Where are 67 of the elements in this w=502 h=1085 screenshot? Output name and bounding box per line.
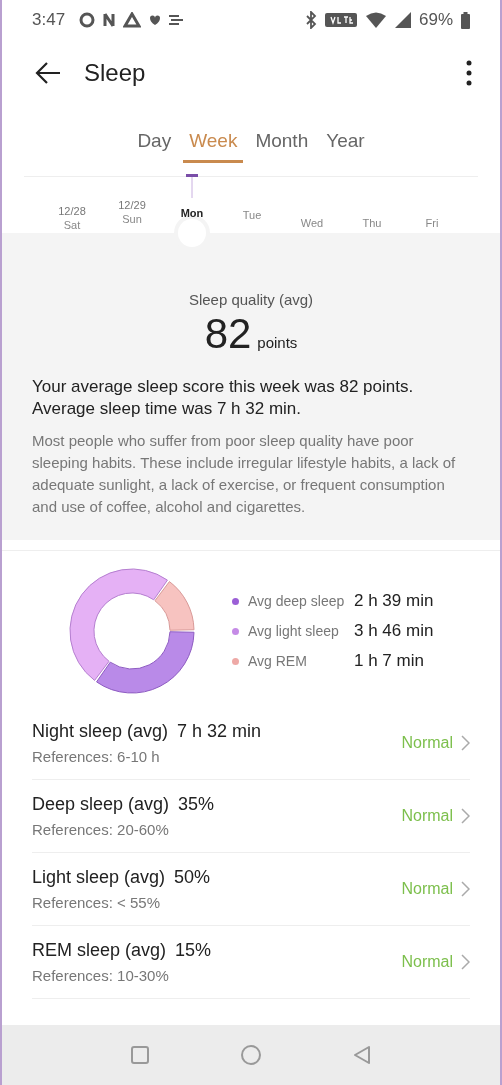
day-label[interactable]: Fri xyxy=(425,217,439,229)
day-label[interactable]: Tue xyxy=(242,209,262,221)
triangle-icon xyxy=(352,1045,372,1065)
metric-reference: References: < 55% xyxy=(32,894,161,911)
day-date: 12/29 xyxy=(118,199,146,211)
chevron-right-icon xyxy=(461,954,470,970)
battery-icon xyxy=(461,11,470,29)
circle-icon xyxy=(240,1044,262,1066)
day-label[interactable]: Mon xyxy=(180,207,204,219)
day-label[interactable]: Thu xyxy=(362,217,382,229)
metric-name: Night sleep (avg) xyxy=(32,721,169,742)
selected-day-marker xyxy=(185,174,199,198)
back-arrow-icon xyxy=(34,61,62,85)
page-title: Sleep xyxy=(84,59,146,87)
metric-row[interactable]: Light sleep (avg) 50% References: < 55% Normal xyxy=(32,853,470,926)
more-icon xyxy=(466,60,472,86)
chevron-right-icon xyxy=(461,808,470,824)
day-label[interactable]: Sun xyxy=(122,213,142,225)
legend-value: 2 h 39 min xyxy=(354,591,434,611)
advice-text: Most people who suffer from poor sleep quality have poor sleeping habits. These include irregular lifestyle habits, a lack of adequate sunlight, a lack of exercise, or frequent consumption and use of coffee, alcohol and cigarettes. xyxy=(32,431,457,517)
metric-status: Normal xyxy=(401,807,453,825)
day-date: 12/28 xyxy=(58,205,86,217)
metric-status: Normal xyxy=(401,734,453,752)
legend-value: 1 h 7 min xyxy=(354,651,424,671)
metric-value: 7 h 32 min xyxy=(177,721,262,742)
chevron-right-icon xyxy=(461,881,470,897)
period-tab[interactable]: Day xyxy=(131,119,178,163)
metric-row[interactable]: Night sleep (avg) 7 h 32 min References: 6-10 h Normal xyxy=(32,707,470,780)
day-label[interactable]: Wed xyxy=(300,217,324,229)
triangle-icon xyxy=(123,12,142,28)
metric-row[interactable]: Deep sleep (avg) 35% References: 20-60% Normal xyxy=(32,780,470,853)
n-icon xyxy=(103,12,116,28)
metric-name: REM sleep (avg) xyxy=(32,940,167,961)
heart-icon xyxy=(149,15,162,25)
lines-icon xyxy=(169,15,184,25)
period-tab[interactable]: Year xyxy=(320,119,371,163)
metric-name: Deep sleep (avg) xyxy=(32,794,170,815)
metric-status: Normal xyxy=(401,953,453,971)
metric-status: Normal xyxy=(401,880,453,898)
metric-reference: References: 20-60% xyxy=(32,821,170,838)
score-unit: points xyxy=(257,334,298,351)
sleep-score: 82 xyxy=(204,310,252,358)
bluetooth-icon xyxy=(304,11,317,29)
metric-value: 35% xyxy=(178,794,215,815)
chevron-right-icon xyxy=(461,735,470,751)
legend-label: Avg REM xyxy=(248,652,308,670)
more-options-button[interactable] xyxy=(464,58,474,88)
summary-text: Your average sleep score this week was 82 points. Average sleep time was 7 h 32 min. xyxy=(32,376,415,420)
status-time: 3:47 xyxy=(32,10,66,30)
day-label[interactable]: Sat xyxy=(63,219,81,231)
metric-name: Light sleep (avg) xyxy=(32,867,166,888)
signal-icon xyxy=(394,12,411,28)
metric-value: 50% xyxy=(174,867,211,888)
ring-icon xyxy=(79,12,96,28)
metric-row[interactable]: REM sleep (avg) 15% References: 10-30% Normal xyxy=(32,926,470,999)
volte-icon xyxy=(324,13,357,27)
wifi-icon xyxy=(364,12,387,28)
legend-value: 3 h 46 min xyxy=(354,621,434,641)
square-icon xyxy=(130,1045,150,1065)
metric-reference: References: 6-10 h xyxy=(32,748,161,765)
metric-value: 15% xyxy=(175,940,212,961)
metric-reference: References: 10-30% xyxy=(32,967,170,984)
legend-label: Avg light sleep xyxy=(248,622,340,640)
legend-label: Avg deep sleep xyxy=(248,592,346,610)
battery-percent: 69% xyxy=(418,10,453,30)
quality-label: Sleep quality (avg) xyxy=(187,291,315,308)
period-tab[interactable]: Month xyxy=(249,119,315,163)
